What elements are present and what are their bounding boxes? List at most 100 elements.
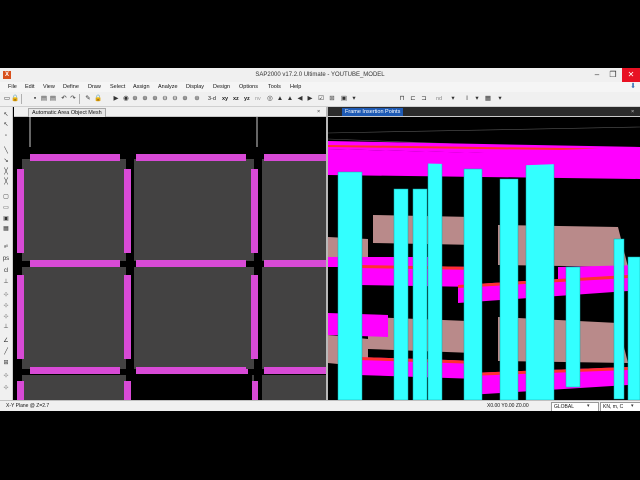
move-right-icon[interactable]: ▶ — [306, 95, 314, 103]
draw-area-icon[interactable]: ⊐ — [420, 95, 428, 103]
snap-lines-icon[interactable]: ∠ — [2, 337, 10, 345]
set-display-icon[interactable]: ◎ — [266, 95, 274, 103]
dropdown-arrow-icon[interactable]: ▾ — [473, 95, 481, 103]
right-pane-tab[interactable]: Frame Insertion Points — [342, 108, 404, 116]
close-button[interactable]: ✕ — [622, 68, 640, 82]
plan-view-viewport[interactable] — [14, 117, 326, 400]
menu-select[interactable]: Select — [110, 82, 125, 92]
dropdown-arrow-icon[interactable]: ▾ — [449, 95, 457, 103]
dropdown-arrow-icon[interactable]: ▾ — [587, 402, 590, 411]
zoom-out-icon[interactable]: ⊖ — [161, 95, 169, 103]
right-pane-close-icon[interactable]: × — [628, 108, 637, 116]
menu-view[interactable]: View — [43, 82, 55, 92]
reshape-icon[interactable]: ↖ — [2, 121, 10, 129]
letterbox-bottom — [0, 411, 640, 480]
menu-options[interactable]: Options — [239, 82, 258, 92]
move-left-icon[interactable]: ◀ — [296, 95, 304, 103]
clear-selection-icon[interactable]: cl — [2, 267, 10, 275]
view-3d-button[interactable]: 3-d — [208, 95, 216, 103]
view-nv-button[interactable]: nv — [255, 95, 261, 103]
snap-ends-icon[interactable]: ⊹ — [2, 302, 10, 310]
lock-icon[interactable]: 🔒 — [11, 95, 19, 103]
draw-joint-icon[interactable]: ▫ — [2, 132, 10, 140]
zoom-prev-icon[interactable]: ⊖ — [171, 95, 179, 103]
display-options-icon[interactable]: ▣ — [340, 95, 348, 103]
snap-fine-grid-icon[interactable]: ╱ — [2, 348, 10, 356]
menu-assign[interactable]: Assign — [133, 82, 150, 92]
pencil-icon[interactable]: ✎ — [84, 95, 92, 103]
run-analysis-icon[interactable]: ▶ — [112, 95, 120, 103]
draw-frame-icon[interactable]: ⊏ — [409, 95, 417, 103]
beam — [30, 367, 120, 374]
menu-display[interactable]: Display — [186, 82, 204, 92]
lock-model-icon[interactable]: 🔒 — [94, 95, 102, 103]
draw-solid-icon[interactable]: ▦ — [2, 225, 10, 233]
help-arrow-icon[interactable]: ⬇ — [630, 82, 636, 92]
zoom-window-icon[interactable]: ⊕ — [131, 95, 139, 103]
draw-line-icon[interactable]: ╲ — [2, 147, 10, 155]
column — [463, 168, 483, 400]
nd-selector[interactable]: nd — [436, 95, 442, 103]
move-down-icon[interactable]: ▲ — [286, 95, 294, 103]
view-yz-button[interactable]: yz — [244, 95, 250, 103]
pointer-icon[interactable]: ↖ — [2, 111, 10, 119]
area-panel — [262, 375, 326, 400]
save-icon[interactable]: ▪ — [31, 95, 39, 103]
print-icon[interactable]: ▤ — [40, 95, 48, 103]
menu-define[interactable]: Define — [63, 82, 79, 92]
beam — [124, 169, 131, 253]
select-all-icon[interactable]: ₐₗₗ — [2, 242, 10, 250]
dropdown-arrow-icon[interactable]: ▾ — [496, 95, 504, 103]
left-pane-close-icon[interactable]: × — [314, 108, 323, 116]
text-cursor-icon[interactable]: I — [463, 95, 471, 103]
print-alt-icon[interactable]: ▤ — [49, 95, 57, 103]
snap-more-icon[interactable]: ⊹ — [2, 384, 10, 392]
undo-icon[interactable]: ↶ — [60, 95, 68, 103]
pan-icon[interactable]: ⊕ — [181, 95, 189, 103]
frame-icon[interactable]: ⊓ — [398, 95, 406, 103]
redo-icon[interactable]: ↷ — [69, 95, 77, 103]
grid-icon[interactable]: ⊞ — [328, 95, 336, 103]
view-xz-button[interactable]: xz — [233, 95, 239, 103]
snap-intersect-icon[interactable]: ⊹ — [2, 313, 10, 321]
quick-draw-frame-icon[interactable]: ↘ — [2, 157, 10, 165]
snap-toggle-icon[interactable]: ⊹ — [2, 372, 10, 380]
draw-rect-area-icon[interactable]: ▭ — [2, 204, 10, 212]
section-icon[interactable]: ▦ — [484, 95, 492, 103]
draw-brace-icon[interactable]: ╳ — [2, 168, 10, 176]
select-icon[interactable]: ☑ — [317, 95, 325, 103]
menu-bar: File Edit View Define Draw Select Assign… — [0, 82, 640, 92]
snap-perp-icon[interactable]: ⊥ — [2, 323, 10, 331]
beam — [251, 169, 258, 253]
area-panel — [22, 159, 126, 261]
menu-draw[interactable]: Draw — [88, 82, 101, 92]
minimize-button[interactable]: – — [590, 68, 604, 82]
new-model-icon[interactable]: ▭ — [3, 95, 11, 103]
select-previous-icon[interactable]: ps — [2, 255, 10, 263]
move-up-icon[interactable]: ▲ — [276, 95, 284, 103]
zoom-in-icon[interactable]: ⊕ — [151, 95, 159, 103]
area-panel — [262, 267, 326, 369]
dropdown-arrow-icon[interactable]: ▾ — [631, 402, 634, 411]
menu-design[interactable]: Design — [213, 82, 230, 92]
rotate-icon[interactable]: ⊛ — [193, 95, 201, 103]
snap-points-icon[interactable]: ⊹ — [2, 291, 10, 299]
menu-analyze[interactable]: Analyze — [158, 82, 178, 92]
draw-poly-area-icon[interactable]: ▢ — [2, 193, 10, 201]
beam — [264, 260, 326, 267]
menu-tools[interactable]: Tools — [268, 82, 281, 92]
zoom-rubber-icon[interactable]: ⊕ — [141, 95, 149, 103]
refresh-icon[interactable]: ◉ — [122, 95, 130, 103]
quick-draw-area-icon[interactable]: ▣ — [2, 215, 10, 223]
draw-brace-alt-icon[interactable]: ╳ — [2, 178, 10, 186]
menu-file[interactable]: File — [8, 82, 17, 92]
snap-grid-icon[interactable]: ⊞ — [2, 359, 10, 367]
dropdown-arrow-icon[interactable]: ▾ — [350, 95, 358, 103]
view-xy-button[interactable]: xy — [222, 95, 228, 103]
highlighted-area — [133, 373, 252, 400]
intersect-icon[interactable]: ⊥ — [2, 278, 10, 286]
menu-edit[interactable]: Edit — [25, 82, 34, 92]
3d-view-viewport[interactable] — [328, 117, 640, 400]
restore-button[interactable]: ❐ — [606, 68, 620, 82]
menu-help[interactable]: Help — [290, 82, 301, 92]
